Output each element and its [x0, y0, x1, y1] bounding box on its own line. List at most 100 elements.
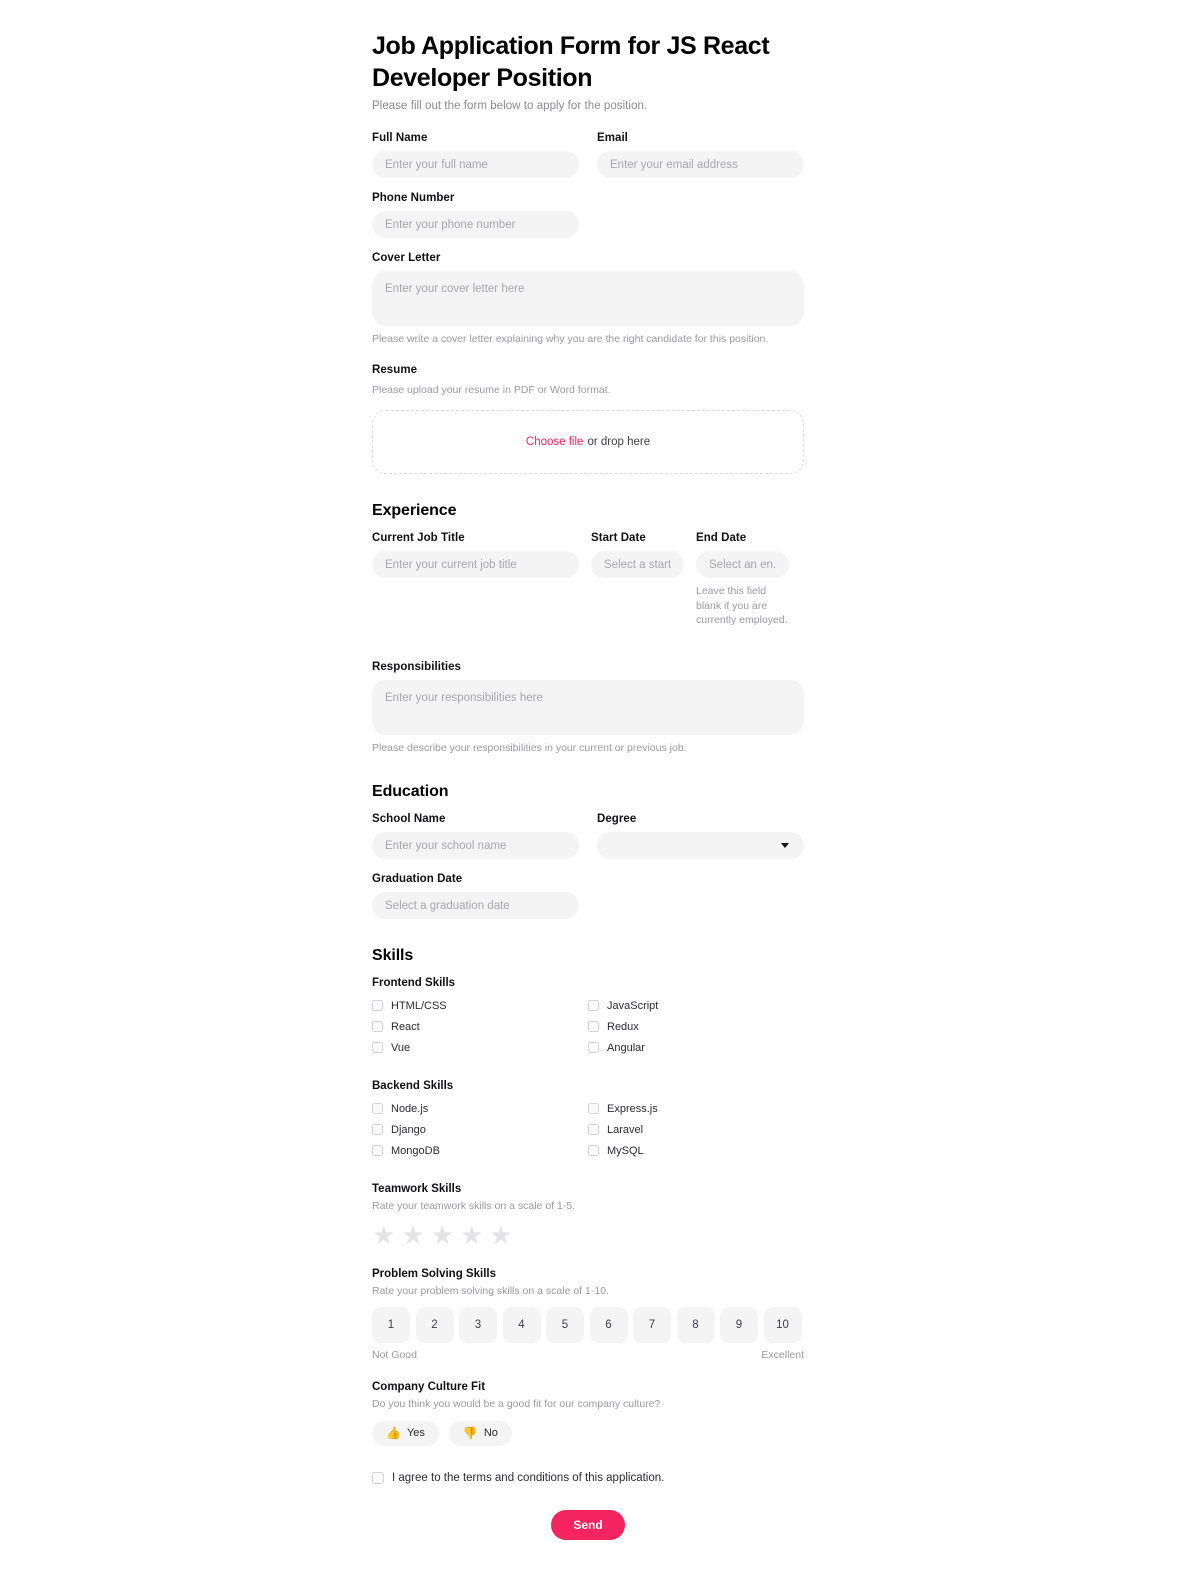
end-date-field-group: End Date Leave this field blank if you a…	[696, 532, 789, 627]
checkbox-vue[interactable]: Vue	[372, 1037, 588, 1058]
responsibilities-textarea[interactable]	[372, 679, 804, 735]
scale-button-4[interactable]: 4	[502, 1307, 541, 1344]
checkbox-label: JavaScript	[607, 999, 659, 1012]
email-field-group: Email	[597, 132, 804, 178]
job-title-input[interactable]	[372, 551, 579, 579]
full-name-input[interactable]	[372, 151, 579, 178]
skills-heading: Skills	[372, 947, 414, 965]
cover-letter-field-group: Cover Letter Please write a cover letter…	[372, 252, 804, 346]
scale-button-1[interactable]: 1	[372, 1307, 410, 1344]
full-name-field-group: Full Name	[372, 132, 579, 178]
checkbox-box-icon[interactable]	[372, 1042, 383, 1054]
terms-checkbox-icon[interactable]	[372, 1471, 384, 1484]
thumbs-down-icon: 👎	[462, 1426, 478, 1441]
send-button[interactable]: Send	[551, 1509, 625, 1540]
start-date-label: Start Date	[591, 532, 646, 545]
star-icon[interactable]: ★	[401, 1222, 424, 1248]
experience-row: Current Job Title Start Date End Date Le…	[372, 532, 804, 627]
scale-button-10[interactable]: 10	[763, 1307, 802, 1344]
terms-agreement-row[interactable]: I agree to the terms and conditions of t…	[372, 1471, 804, 1484]
degree-select[interactable]	[597, 832, 804, 860]
scale-button-6[interactable]: 6	[589, 1307, 628, 1344]
scale-button-8[interactable]: 8	[676, 1307, 715, 1344]
checkbox-angular[interactable]: Angular	[588, 1037, 804, 1058]
checkbox-mongodb[interactable]: MongoDB	[372, 1140, 588, 1161]
chevron-down-icon	[781, 843, 789, 849]
email-input[interactable]	[597, 151, 804, 178]
checkbox-box-icon[interactable]	[372, 1021, 383, 1033]
backend-skills-label: Backend Skills	[372, 1080, 454, 1093]
scale-low-label: Not Good	[372, 1349, 417, 1362]
resume-field-group: Resume Please upload your resume in PDF …	[372, 364, 804, 475]
school-name-label: School Name	[372, 813, 446, 826]
phone-input[interactable]	[372, 211, 579, 238]
checkbox-label: Express.js	[607, 1102, 658, 1115]
checkbox-box-icon[interactable]	[372, 1000, 383, 1012]
culture-no-button[interactable]: 👎 No	[448, 1420, 512, 1446]
responsibilities-field-group: Responsibilities Please describe your re…	[372, 661, 804, 755]
checkbox-nodejs[interactable]: Node.js	[372, 1098, 588, 1119]
phone-field-group: Phone Number	[372, 192, 579, 238]
experience-heading: Experience	[372, 502, 457, 520]
application-form-page: Job Application Form for JS React Develo…	[0, 0, 1200, 1590]
checkbox-laravel[interactable]: Laravel	[588, 1119, 804, 1140]
checkbox-box-icon[interactable]	[588, 1021, 599, 1033]
checkbox-label: MongoDB	[391, 1144, 440, 1157]
frontend-skills-left-column: HTML/CSS React Vue	[372, 995, 588, 1058]
checkbox-django[interactable]: Django	[372, 1119, 588, 1140]
star-icon[interactable]: ★	[372, 1222, 395, 1248]
backend-skills-left-column: Node.js Django MongoDB	[372, 1098, 588, 1161]
checkbox-box-icon[interactable]	[588, 1145, 599, 1157]
culture-yes-button[interactable]: 👍 Yes	[372, 1420, 439, 1446]
drop-here-text: or drop here	[587, 436, 651, 449]
choose-file-link[interactable]: Choose file	[526, 436, 584, 448]
name-email-row: Full Name Email	[372, 132, 804, 178]
checkbox-html-css[interactable]: HTML/CSS	[372, 995, 588, 1016]
email-label: Email	[597, 132, 628, 144]
scale-button-9[interactable]: 9	[720, 1307, 758, 1344]
school-name-input[interactable]	[372, 832, 579, 860]
end-date-input[interactable]	[696, 551, 789, 579]
culture-no-label: No	[483, 1427, 498, 1440]
full-name-label: Full Name	[372, 132, 428, 144]
checkbox-react[interactable]: React	[372, 1016, 588, 1037]
checkbox-label: Laravel	[607, 1123, 644, 1136]
checkbox-redux[interactable]: Redux	[588, 1016, 804, 1037]
star-icon[interactable]: ★	[431, 1222, 454, 1248]
checkbox-box-icon[interactable]	[588, 1124, 599, 1136]
checkbox-expressjs[interactable]: Express.js	[588, 1098, 804, 1119]
checkbox-label: Node.js	[391, 1102, 429, 1115]
scale-endpoint-labels: Not Good Excellent	[372, 1349, 804, 1361]
cover-letter-textarea[interactable]	[372, 271, 804, 326]
star-icon[interactable]: ★	[489, 1222, 512, 1248]
graduation-date-input[interactable]	[372, 892, 579, 920]
star-icon[interactable]: ★	[460, 1222, 483, 1248]
graduation-field-group: Graduation Date	[372, 873, 579, 920]
problem-solving-scale: 1 2 3 4 5 6 7 8 9 10	[372, 1307, 804, 1344]
degree-field-group: Degree	[597, 813, 804, 860]
checkbox-box-icon[interactable]	[372, 1145, 383, 1157]
checkbox-box-icon[interactable]	[588, 1000, 599, 1012]
checkbox-javascript[interactable]: JavaScript	[588, 995, 804, 1016]
frontend-skills-label: Frontend Skills	[372, 977, 456, 990]
submit-row: Send	[372, 1509, 804, 1590]
checkbox-box-icon[interactable]	[588, 1103, 599, 1115]
scale-button-3[interactable]: 3	[459, 1307, 497, 1344]
scale-button-2[interactable]: 2	[415, 1307, 454, 1344]
resume-dropzone[interactable]: Choose file or drop here	[372, 410, 804, 475]
education-row: School Name Degree	[372, 813, 804, 860]
scale-button-7[interactable]: 7	[633, 1307, 671, 1344]
degree-label: Degree	[597, 813, 637, 826]
checkbox-mysql[interactable]: MySQL	[588, 1140, 804, 1161]
checkbox-box-icon[interactable]	[372, 1103, 383, 1115]
job-title-label: Current Job Title	[372, 532, 465, 545]
start-date-field-group: Start Date	[591, 532, 684, 627]
thumbs-up-icon: 👍	[386, 1426, 401, 1441]
checkbox-label: React	[391, 1020, 420, 1033]
start-date-input[interactable]	[591, 551, 684, 579]
scale-button-5[interactable]: 5	[546, 1307, 584, 1344]
checkbox-box-icon[interactable]	[588, 1042, 599, 1054]
cover-letter-label: Cover Letter	[372, 252, 441, 264]
checkbox-box-icon[interactable]	[372, 1124, 383, 1136]
teamwork-star-rating[interactable]: ★ ★ ★ ★ ★	[372, 1222, 804, 1248]
